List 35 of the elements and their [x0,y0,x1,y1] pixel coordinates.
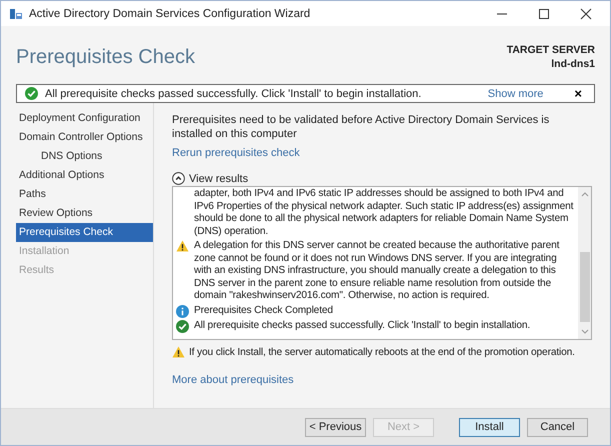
check-icon [25,87,38,100]
info-icon [176,304,189,318]
view-results-label: View results [189,172,248,184]
wizard-button[interactable]: Install [459,418,520,436]
collapse-icon[interactable] [172,172,185,185]
warning-icon [176,240,189,252]
more-about-link[interactable]: More about prerequisites [172,374,595,386]
target-server-name: lnd-dns1 [551,57,595,71]
check-icon [176,320,189,332]
app-icon [9,8,23,20]
intro-text: Prerequisites need to be validated before Active Directory Domain Services is installed on this computer [172,113,550,141]
banner-message: All prerequisite checks passed successfully. Click 'Install' to begin installation. [45,88,422,100]
warning-icon [172,346,185,358]
maximize-icon[interactable] [538,8,550,20]
result-message: A delegation for this DNS server cannot be created because the authoritative parent zone cannot be found or it does not run Windows DNS server. If you are integrating with an existing DNS infrastructure, you should manually create a delegation to this DNS server in the parent zone to ensure reliable name resolution from outside the domain "rakeshwinserv2016.com". Otherwise, no action is required. [194,240,560,302]
result-message: All prerequisite checks passed successfully. Click 'Install' to begin installation. [194,320,532,332]
close-icon[interactable] [580,8,592,20]
sidebar-item[interactable]: Review Options [16,204,153,223]
sidebar-item[interactable]: Domain Controller Options [16,128,153,147]
banner-close-button[interactable]: × [570,87,586,100]
sidebar-item[interactable]: Additional Options [16,166,153,185]
reboot-notice: If you click Install, the server automatically reboots at the end of the promotion operation. [189,346,575,358]
wizard-button[interactable]: < Previous [305,418,366,436]
show-more-link[interactable]: Show more [488,88,544,100]
rerun-link[interactable]: Rerun prerequisites check [172,147,595,159]
sidebar-item[interactable]: DNS Options [16,147,153,166]
result-message: Prerequisites Check Completed [194,304,334,318]
wizard-button[interactable]: Cancel [527,418,588,436]
sidebar-item[interactable]: Deployment Configuration [16,109,153,128]
target-server-label: TARGET SERVER [506,43,595,57]
result-message: adapter, both IPv4 and IPv6 static IP addresses should be assigned to both IPv4 and IPv6 Properties of the physical network adapter. Such static IP address(es) assignment should be done to all the physical network adapters for reliable Domain Name System (DNS) operation. [194,188,574,238]
sidebar-item[interactable]: Prerequisites Check [16,223,153,242]
page-title: Prerequisites Check [16,46,195,69]
window-title: Active Directory Domain Services Configuration Wizard [29,8,310,20]
sidebar-item[interactable]: Paths [16,185,153,204]
